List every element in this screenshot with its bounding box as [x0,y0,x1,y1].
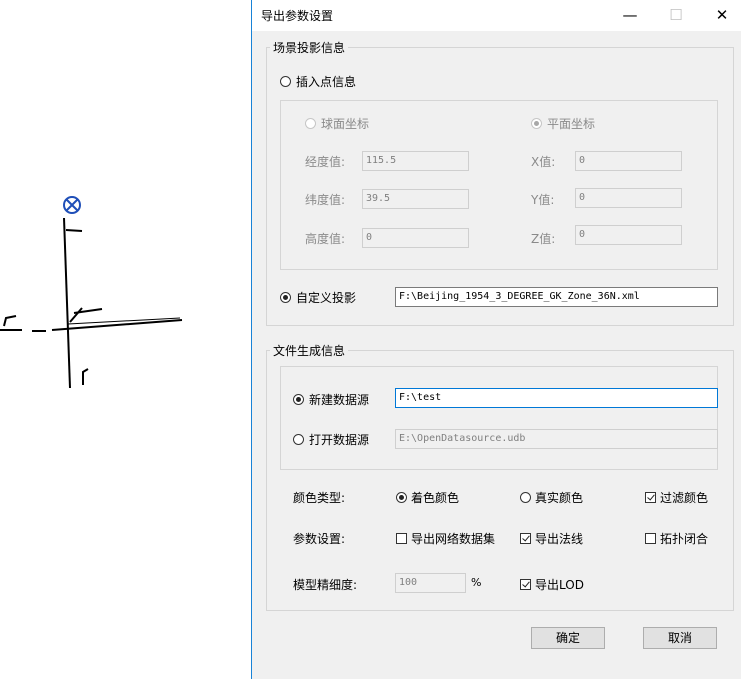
cancel-button[interactable]: 取消 [643,627,717,649]
custom-projection-radio[interactable] [280,292,291,303]
open-datasource-label: 打开数据源 [309,433,370,447]
true-color-label: 真实颜色 [535,491,584,505]
close-button[interactable]: ✕ [699,0,741,31]
latitude-field: 39.5 [362,189,469,209]
ok-button[interactable]: 确定 [531,627,605,649]
export-settings-dialog: 导出参数设置 — ☐ ✕ 场景投影信息 插入点信息 球面坐标 平面坐标 经度值:… [251,0,741,679]
insert-point-radio[interactable] [280,76,291,87]
dialog-title: 导出参数设置 [261,9,334,23]
custom-projection-path-input[interactable]: F:\Beijing_1954_3_DEGREE_GK_Zone_36N.xml [395,287,718,307]
latitude-label: 纬度值: [305,193,346,207]
x-field: 0 [575,151,682,171]
altitude-label: 高度值: [305,232,346,246]
y-label: Y值: [531,193,555,207]
export-lod-label: 导出LOD [535,578,584,592]
scene-projection-group-label: 场景投影信息 [270,39,349,56]
longitude-field: 115.5 [362,151,469,171]
export-normals-label: 导出法线 [535,532,584,546]
true-color-radio[interactable] [520,492,531,503]
model-precision-field: 100 [395,573,466,593]
insert-point-marker-icon [63,196,81,214]
minimize-button[interactable]: — [607,0,653,31]
insert-point-label: 插入点信息 [296,75,357,89]
datasource-panel [280,366,718,470]
sketch-lines [0,217,183,389]
new-datasource-label: 新建数据源 [309,393,370,407]
topology-close-checkbox[interactable] [645,533,656,544]
longitude-label: 经度值: [305,155,346,169]
spherical-label: 球面坐标 [321,117,370,131]
shaded-color-radio[interactable] [396,492,407,503]
maximize-button: ☐ [669,6,683,24]
custom-projection-label: 自定义投影 [296,291,357,305]
open-datasource-path-field: E:\OpenDatasource.udb [395,429,718,449]
planar-radio [531,118,542,129]
z-field: 0 [575,225,682,245]
export-normals-checkbox[interactable] [520,533,531,544]
model-precision-label: 模型精细度: [293,578,358,592]
spherical-radio [305,118,316,129]
file-generation-group-label: 文件生成信息 [270,342,349,359]
planar-label: 平面坐标 [547,117,596,131]
export-lod-checkbox[interactable] [520,579,531,590]
altitude-field: 0 [362,228,469,248]
x-label: X值: [531,155,556,169]
export-network-checkbox[interactable] [396,533,407,544]
topology-close-label: 拓扑闭合 [660,532,709,546]
z-label: Z值: [531,232,556,246]
title-bar: 导出参数设置 — ☐ ✕ [252,0,741,31]
new-datasource-path-input[interactable]: F:\test [395,388,718,408]
shaded-color-label: 着色颜色 [411,491,460,505]
new-datasource-radio[interactable] [293,394,304,405]
y-field: 0 [575,188,682,208]
model-precision-unit: % [471,576,482,589]
params-label: 参数设置: [293,532,346,546]
filter-color-label: 过滤颜色 [660,491,709,505]
color-type-label: 颜色类型: [293,491,346,505]
export-network-label: 导出网络数据集 [411,532,496,546]
filter-color-checkbox[interactable] [645,492,656,503]
open-datasource-radio[interactable] [293,434,304,445]
drawing-canvas [0,196,183,389]
